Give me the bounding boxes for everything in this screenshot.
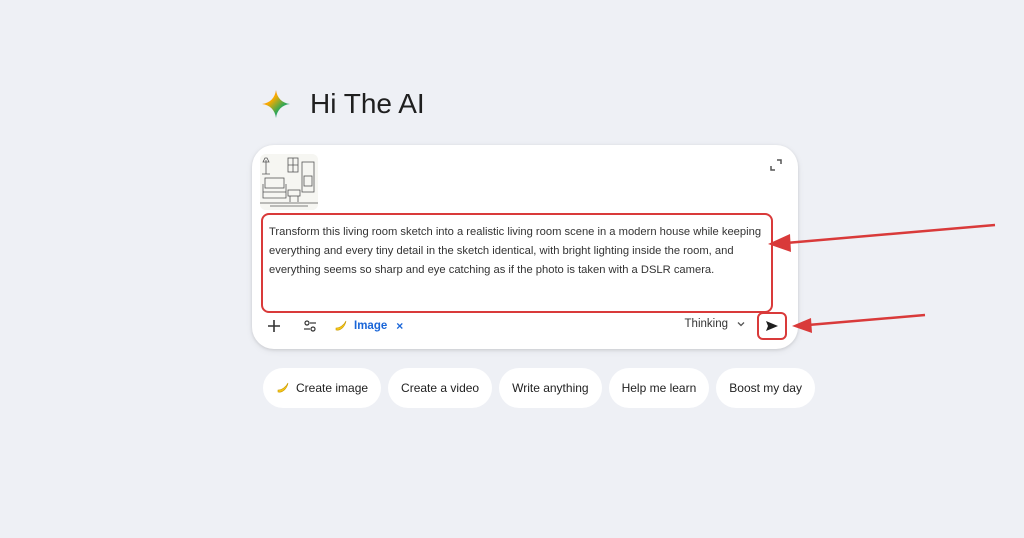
suggestion-help-me-learn[interactable]: Help me learn xyxy=(608,368,710,408)
banana-icon xyxy=(335,320,347,331)
living-room-sketch-thumbnail xyxy=(260,154,318,210)
image-tool-chip[interactable]: Image × xyxy=(334,316,403,336)
suggestion-label: Help me learn xyxy=(621,381,697,395)
prompt-composer: Transform this living room sketch into a… xyxy=(252,145,798,349)
chevron-down-icon xyxy=(737,322,745,327)
sliders-icon xyxy=(304,320,316,332)
expand-icon[interactable] xyxy=(768,157,784,173)
image-chip-label: Image xyxy=(354,320,388,332)
greeting-title: Hi The AI xyxy=(310,88,425,119)
composer-toolbar: Image × Thinking xyxy=(252,312,798,340)
add-button[interactable] xyxy=(261,313,287,339)
remove-image-chip-button[interactable]: × xyxy=(396,319,403,333)
annotation-arrow-send xyxy=(792,313,926,333)
attachment-thumbnail[interactable] xyxy=(260,154,318,210)
suggestion-label: Boost my day xyxy=(729,381,802,395)
suggestion-chips: Create image Create a video Write anythi… xyxy=(263,368,815,408)
suggestion-label: Create image xyxy=(296,381,369,395)
send-button[interactable] xyxy=(757,312,787,340)
prompt-input[interactable]: Transform this living room sketch into a… xyxy=(261,213,773,313)
suggestion-write-anything[interactable]: Write anything xyxy=(499,368,602,408)
banana-icon xyxy=(277,382,289,393)
gemini-spark-icon xyxy=(262,90,290,118)
greeting: Hi The AI xyxy=(260,88,425,120)
suggestion-boost-my-day[interactable]: Boost my day xyxy=(716,368,815,408)
plus-icon xyxy=(268,320,280,332)
suggestion-label: Create a video xyxy=(401,381,480,395)
mode-selector[interactable]: Thinking xyxy=(685,318,746,330)
suggestion-label: Write anything xyxy=(512,381,589,395)
suggestion-create-image[interactable]: Create image xyxy=(263,368,382,408)
suggestion-create-video[interactable]: Create a video xyxy=(388,368,493,408)
annotation-arrow-prompt xyxy=(768,223,996,252)
tools-button[interactable] xyxy=(297,313,323,339)
send-arrow-icon xyxy=(766,321,778,331)
mode-label: Thinking xyxy=(684,318,728,330)
